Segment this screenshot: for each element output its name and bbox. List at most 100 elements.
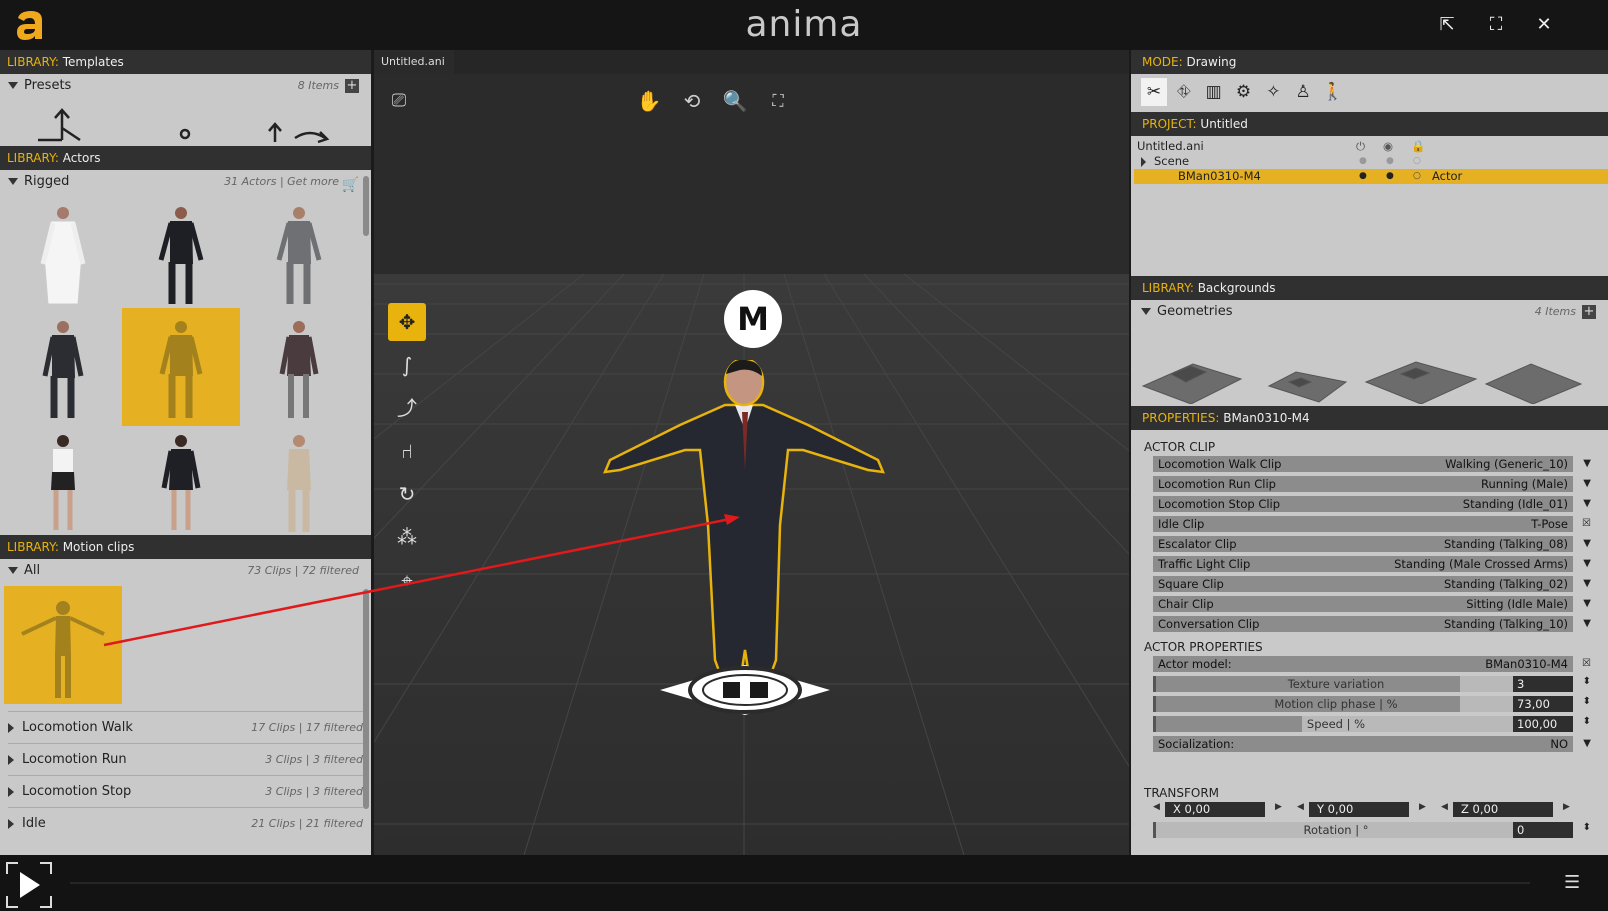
preset-thumbnails[interactable] [0, 98, 371, 146]
actor-thumbnail[interactable] [122, 426, 240, 544]
add-icon[interactable]: + [345, 79, 359, 93]
tree-selected-actor[interactable]: BMan0310-M4 ● ● ○ Actor [1134, 169, 1608, 184]
power-icon[interactable]: ⏻ [1356, 139, 1365, 154]
clear-icon[interactable]: ☒ [1582, 656, 1591, 672]
orbit-icon[interactable]: ⟲ [673, 82, 711, 120]
circle-icon[interactable]: ○ [1413, 169, 1421, 184]
clip-dropdown[interactable]: Chair Clip Sitting (Idle Male) ▼ [1153, 596, 1591, 612]
dropdown-arrow-icon[interactable]: ▼ [1583, 476, 1591, 492]
slider-value[interactable]: 73,00 [1513, 696, 1573, 712]
actor-model-field[interactable]: Actor model: BMan0310-M4 ☒ [1153, 656, 1591, 672]
collapse-triangle-icon[interactable] [8, 722, 14, 733]
clip-dropdown[interactable]: Locomotion Stop Clip Standing (Idle_01) ▼ [1153, 496, 1591, 512]
actor-thumbnail[interactable] [240, 198, 358, 316]
building-icon[interactable]: ▥ [1201, 78, 1227, 106]
lock-icon[interactable]: 🔒 [1411, 139, 1425, 154]
rotate-tool-icon[interactable]: ↻ [388, 475, 426, 513]
eye-icon[interactable]: ◉ [1383, 139, 1393, 154]
dropdown-arrow-icon[interactable]: ▼ [1583, 536, 1591, 552]
tree-root[interactable]: Untitled.ani ⏻ ◉ 🔒 [1131, 139, 1608, 154]
popout-icon[interactable]: ⇱ [1436, 14, 1458, 36]
expand-triangle-icon[interactable] [8, 567, 18, 574]
expand-triangle-icon[interactable] [8, 178, 18, 185]
motion-phase-slider[interactable]: Motion clip phase | % 73,00 ⬍ [1153, 696, 1591, 712]
person-icon[interactable]: ♙ [1290, 78, 1316, 106]
decrement-arrow-icon[interactable]: ◀ [1441, 802, 1448, 812]
close-icon[interactable]: ✕ [1533, 14, 1555, 36]
settings-gear-icon[interactable]: ⚙ [1230, 78, 1256, 106]
dot-icon[interactable]: ● [1386, 169, 1394, 184]
actor-thumbnail[interactable] [240, 426, 358, 544]
clip-dropdown[interactable]: Locomotion Walk Clip Walking (Generic_10)… [1153, 456, 1591, 472]
screen-capture-icon[interactable]: ⎚ [380, 82, 418, 120]
dot-icon[interactable]: ● [1359, 154, 1367, 169]
actors-scrollbar[interactable] [363, 176, 369, 236]
play-button[interactable] [6, 862, 52, 908]
decrement-arrow-icon[interactable]: ◀ [1297, 802, 1304, 812]
clip-thumbnail-tpose[interactable] [4, 586, 122, 704]
decrement-arrow-icon[interactable]: ◀ [1153, 802, 1160, 812]
clip-category[interactable]: Idle 21 Clips | 21 filtered [8, 807, 363, 839]
dropdown-arrow-icon[interactable]: ▼ [1583, 556, 1591, 572]
texture-variation-slider[interactable]: Texture variation 3 ⬍ [1153, 676, 1591, 692]
expand-triangle-icon[interactable] [1141, 308, 1151, 315]
actor-thumbnail[interactable] [122, 198, 240, 316]
actor-thumbnail[interactable] [4, 198, 122, 316]
clip-dropdown[interactable]: Conversation Clip Standing (Talking_10) ▼ [1153, 616, 1591, 632]
crowd-tool-icon[interactable]: ⁂ [388, 518, 426, 556]
z-input[interactable]: Z 0,00 [1453, 802, 1553, 817]
slider-value[interactable]: 100,00 [1513, 716, 1573, 732]
geometries-row[interactable]: Geometries 4 Items + [1131, 300, 1608, 324]
presets-row[interactable]: Presets 8 Items + [0, 74, 371, 98]
tab-untitled[interactable]: Untitled.ani [374, 50, 454, 74]
clear-icon[interactable]: ☒ [1582, 516, 1591, 532]
geometry-thumbnails[interactable] [1131, 324, 1608, 405]
dropdown-arrow-icon[interactable]: ▼ [1583, 596, 1591, 612]
escalator-tool-icon[interactable]: ⤴ [388, 389, 426, 427]
clip-dropdown[interactable]: Escalator Clip Standing (Talking_08) ▼ [1153, 536, 1591, 552]
clip-category[interactable]: Locomotion Stop 3 Clips | 3 filtered [8, 775, 363, 807]
collapse-triangle-icon[interactable] [8, 818, 14, 829]
speed-slider[interactable]: Speed | % 100,00 ⬍ [1153, 716, 1591, 732]
slider-value[interactable]: 3 [1513, 676, 1573, 692]
clip-dropdown[interactable]: Idle Clip T-Pose ☒ [1153, 516, 1591, 532]
timeline-track[interactable] [70, 882, 1530, 884]
actor-thumbnail[interactable] [4, 426, 122, 544]
circle-icon[interactable]: ○ [1413, 154, 1421, 169]
clip-dropdown[interactable]: Traffic Light Clip Standing (Male Crossed… [1153, 556, 1591, 572]
dropdown-arrow-icon[interactable]: ▼ [1583, 496, 1591, 512]
effects-icon[interactable]: ✧ [1260, 78, 1286, 106]
x-input[interactable]: X 0,00 [1165, 802, 1265, 817]
tree-scene[interactable]: Scene ● ● ○ [1131, 154, 1608, 169]
dropdown-arrow-icon[interactable]: ▼ [1583, 736, 1591, 752]
collapse-triangle-icon[interactable] [8, 754, 14, 765]
stepper-icon[interactable]: ⬍ [1583, 716, 1591, 727]
socialization-dropdown[interactable]: Socialization: NO ▼ [1153, 736, 1591, 752]
clip-dropdown[interactable]: Square Clip Standing (Talking_02) ▼ [1153, 576, 1591, 592]
rotation-slider[interactable]: Rotation | ° 0 ⬍ [1153, 822, 1591, 838]
selected-actor-3d[interactable] [580, 360, 910, 740]
zoom-fit-icon[interactable]: ⛶ [759, 82, 797, 120]
stepper-icon[interactable]: ⬍ [1583, 676, 1591, 687]
select-move-tool-icon[interactable]: ✥ [388, 303, 426, 341]
path-tool-icon[interactable]: ∫ [388, 346, 426, 384]
zoom-icon[interactable]: 🔍 [716, 82, 754, 120]
all-clips-row[interactable]: All 73 Clips | 72 filtered [0, 559, 371, 583]
clip-dropdown[interactable]: Locomotion Run Clip Running (Male) ▼ [1153, 476, 1591, 492]
increment-arrow-icon[interactable]: ▶ [1563, 802, 1570, 812]
actor-place-tool-icon[interactable]: ⌖ [388, 561, 426, 599]
collapse-triangle-icon[interactable] [1141, 156, 1146, 167]
cart-icon[interactable]: 🛒 [342, 173, 359, 197]
increment-arrow-icon[interactable]: ▶ [1419, 802, 1426, 812]
dropdown-arrow-icon[interactable]: ▼ [1583, 456, 1591, 472]
dropdown-arrow-icon[interactable]: ▼ [1583, 576, 1591, 592]
hierarchy-icon[interactable]: ⛗ [1171, 78, 1197, 106]
fullscreen-icon[interactable]: ⛶ [1485, 14, 1507, 36]
actor-thumbnail[interactable] [4, 312, 122, 430]
chair-tool-icon[interactable]: ⑁ [388, 432, 426, 470]
marker-badge[interactable]: M [724, 290, 782, 348]
y-input[interactable]: Y 0,00 [1309, 802, 1409, 817]
slider-value[interactable]: 0 [1513, 822, 1573, 838]
timeline-settings-icon[interactable]: ☰ [1564, 872, 1580, 893]
dot-icon[interactable]: ● [1359, 169, 1367, 184]
